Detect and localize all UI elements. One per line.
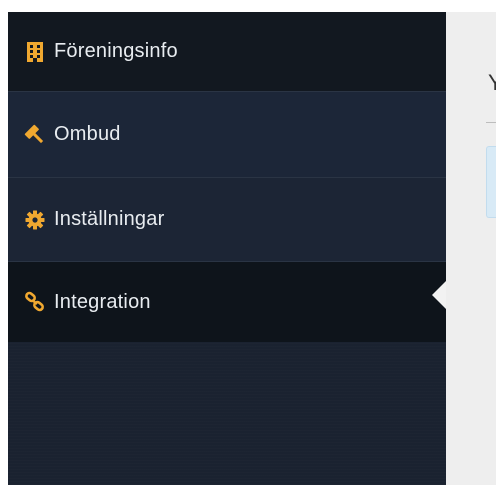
link-icon: [24, 291, 46, 313]
sidebar-item-integration[interactable]: Integration: [8, 262, 446, 342]
sidebar-item-label: Föreningsinfo: [54, 40, 178, 62]
sidebar-item-foreningsinfo[interactable]: Föreningsinfo: [8, 12, 446, 92]
building-icon: [24, 41, 46, 63]
info-panel: [486, 146, 496, 218]
sidebar-item-installningar[interactable]: Inställningar: [8, 178, 446, 262]
gavel-icon: [24, 124, 46, 146]
sidebar-item-ombud[interactable]: Ombud: [8, 92, 446, 178]
sidebar-nav: Föreningsinfo Ombud Inställningar Integr…: [8, 12, 446, 485]
heading-divider: [486, 122, 496, 123]
sidebar-item-label: Inställningar: [54, 208, 165, 230]
app-frame: Föreningsinfo Ombud Inställningar Integr…: [0, 0, 496, 485]
page-title: Y: [488, 70, 496, 95]
active-indicator-caret: [432, 281, 446, 309]
sidebar-item-label: Integration: [54, 290, 151, 313]
gear-icon: [24, 209, 46, 231]
sidebar-item-label: Ombud: [54, 123, 121, 145]
